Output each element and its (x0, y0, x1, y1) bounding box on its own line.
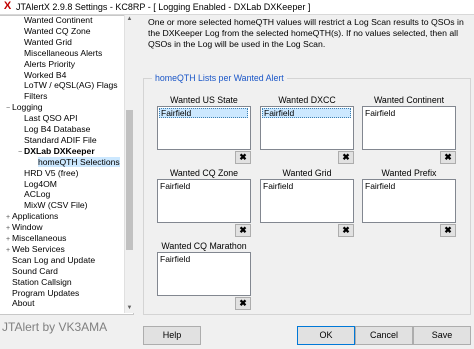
scroll-up-arrow-icon[interactable]: ▲ (125, 15, 134, 24)
tree-item[interactable]: Sound Card (4, 266, 58, 276)
tree-item-label: ACLog (24, 189, 51, 200)
delete-icon[interactable]: ✖ (338, 224, 354, 237)
delete-icon[interactable]: ✖ (440, 151, 456, 164)
list-item[interactable]: Fairfield (364, 108, 453, 118)
tree-item-label: Filters (24, 91, 48, 102)
cancel-button[interactable]: Cancel (355, 326, 413, 345)
delete-icon[interactable]: ✖ (235, 224, 251, 237)
list-label: Wanted CQ Marathon (161, 241, 247, 251)
tree-item-label: Miscellaneous (12, 233, 67, 243)
tree-item-label: Standard ADIF File (24, 134, 97, 145)
tree-item[interactable]: + Window (4, 222, 43, 232)
list-label: Wanted CQ Zone (169, 168, 239, 178)
tree-item-label: Scan Log and Update (12, 254, 96, 265)
settings-tree[interactable]: Wanted Continent Wanted CQ Zone Wanted Gri… (0, 15, 134, 315)
list-item[interactable]: Fairfield (159, 108, 248, 118)
tree-item-label: homeQTH Selections (38, 156, 120, 167)
list-label: Wanted Grid (282, 168, 332, 178)
homeqth-listbox[interactable]: Fairfield (260, 106, 354, 150)
tree-item-label: Applications (12, 211, 59, 222)
tree-item-label: Miscellaneous Alerts (24, 47, 103, 58)
tree-item[interactable]: Scan Log and Update (4, 255, 95, 265)
tree-item-label: Sound Card (12, 265, 58, 276)
list-item[interactable]: Fairfield (364, 181, 453, 191)
homeqth-listbox[interactable]: Fairfield (157, 252, 251, 296)
list-item[interactable]: Fairfield (262, 181, 351, 191)
list-item[interactable]: Fairfield (159, 254, 248, 264)
tree-item-label: DXLab DXKeeper (24, 145, 95, 156)
tree-item[interactable]: Worked B4 (16, 70, 66, 80)
tree-item-label: Station Callsign (12, 276, 72, 287)
group-title: homeQTH Lists per Wanted Alert (152, 73, 287, 83)
window-title: JTAlertX 2.9.8 Settings - KC8RP - [ Logg… (16, 2, 311, 12)
tree-item[interactable]: − Logging (4, 102, 43, 112)
tree-item[interactable]: Miscellaneous Alerts (16, 48, 102, 58)
tree-item[interactable]: Program Updates (4, 288, 79, 298)
jtalert-x-icon: X (3, 0, 12, 12)
tree-item-label: Last QSO API (24, 113, 78, 124)
tree-item[interactable]: Wanted CQ Zone (16, 26, 91, 36)
info-text: One or more selected homeQTH values will… (148, 17, 464, 49)
homeqth-listbox[interactable]: Fairfield (260, 179, 354, 223)
homeqth-listbox[interactable]: Fairfield (157, 179, 251, 223)
tree-item[interactable]: MixW (CSV File) (16, 200, 88, 210)
tree-item[interactable]: Log B4 Database (16, 124, 90, 134)
tree-item[interactable]: + Applications (4, 211, 58, 221)
tree-item-label: Log B4 Database (24, 124, 91, 134)
tree-item[interactable]: LoTW / eQSL(AG) Flags (16, 80, 118, 90)
delete-icon[interactable]: ✖ (235, 297, 251, 310)
save-button[interactable]: Save (413, 326, 471, 345)
tree-item-label: Window (12, 222, 43, 233)
tree-item-label: About (12, 298, 35, 309)
tree-item-label: Wanted Continent (24, 15, 93, 25)
tree-item[interactable]: homeQTH Selections (30, 156, 120, 167)
homeqth-listbox[interactable]: Fairfield (362, 106, 456, 150)
footer-label: JTAlert by VK3AMA (2, 320, 108, 334)
tree-item[interactable]: Standard ADIF File (16, 135, 97, 145)
tree-item[interactable]: About (4, 298, 34, 308)
collapse-icon[interactable]: − (16, 148, 24, 158)
list-item[interactable]: Fairfield (159, 181, 248, 191)
tree-item[interactable]: + Miscellaneous (4, 233, 67, 243)
collapse-icon[interactable]: − (4, 104, 12, 114)
tree-item[interactable]: Wanted Grid (16, 37, 72, 47)
tree-item[interactable]: − DXLab DXKeeper (16, 146, 95, 156)
tree-item-label: MixW (CSV File) (24, 200, 88, 211)
tree-item-label: LoTW / eQSL(AG) Flags (24, 80, 118, 91)
list-label: Wanted Prefix (381, 168, 437, 178)
ok-button[interactable]: OK (297, 326, 355, 345)
list-label: Wanted Continent (373, 95, 445, 105)
tree-item-label: HRD V5 (free) (24, 167, 79, 178)
delete-icon[interactable]: ✖ (440, 224, 456, 237)
tree-item-label: Alerts Priority (24, 58, 76, 69)
tree-item[interactable]: Filters (16, 91, 47, 101)
homeqth-listbox[interactable]: Fairfield (157, 106, 251, 150)
tree-item-label: Logging (12, 102, 43, 113)
scroll-down-arrow-icon[interactable]: ▼ (125, 304, 134, 313)
homeqth-listbox[interactable]: Fairfield (362, 179, 456, 223)
tree-item[interactable]: HRD V5 (free) (16, 168, 78, 178)
tree-item[interactable]: Last QSO API (16, 113, 78, 123)
list-item[interactable]: Fairfield (262, 108, 351, 118)
help-button[interactable]: Help (143, 326, 201, 345)
list-label: Wanted US State (170, 95, 238, 105)
delete-icon[interactable]: ✖ (235, 151, 251, 164)
tree-item-label: Wanted Grid (24, 36, 72, 47)
tree-item-label: Worked B4 (24, 69, 67, 80)
list-label: Wanted DXCC (278, 95, 336, 105)
tree-item-label: Web Services (12, 243, 65, 254)
delete-icon[interactable]: ✖ (338, 151, 354, 164)
tree-scrollbar[interactable]: ▲ ▼ (124, 15, 134, 313)
tree-item-label: Wanted CQ Zone (24, 25, 91, 36)
tree-item[interactable]: Log4OM (16, 179, 57, 189)
tree-item[interactable]: + Web Services (4, 244, 65, 254)
tree-item-label: Log4OM (24, 178, 57, 189)
scroll-thumb[interactable] (126, 110, 133, 250)
title-bar: X JTAlertX 2.9.8 Settings - KC8RP - [ Lo… (0, 0, 474, 15)
tree-item[interactable]: Alerts Priority (16, 59, 75, 69)
tree-item[interactable]: Wanted Continent (16, 15, 93, 25)
tree-item[interactable]: ACLog (16, 189, 50, 199)
tree-item-label: Program Updates (12, 287, 80, 298)
tree-item[interactable]: Station Callsign (4, 277, 72, 287)
